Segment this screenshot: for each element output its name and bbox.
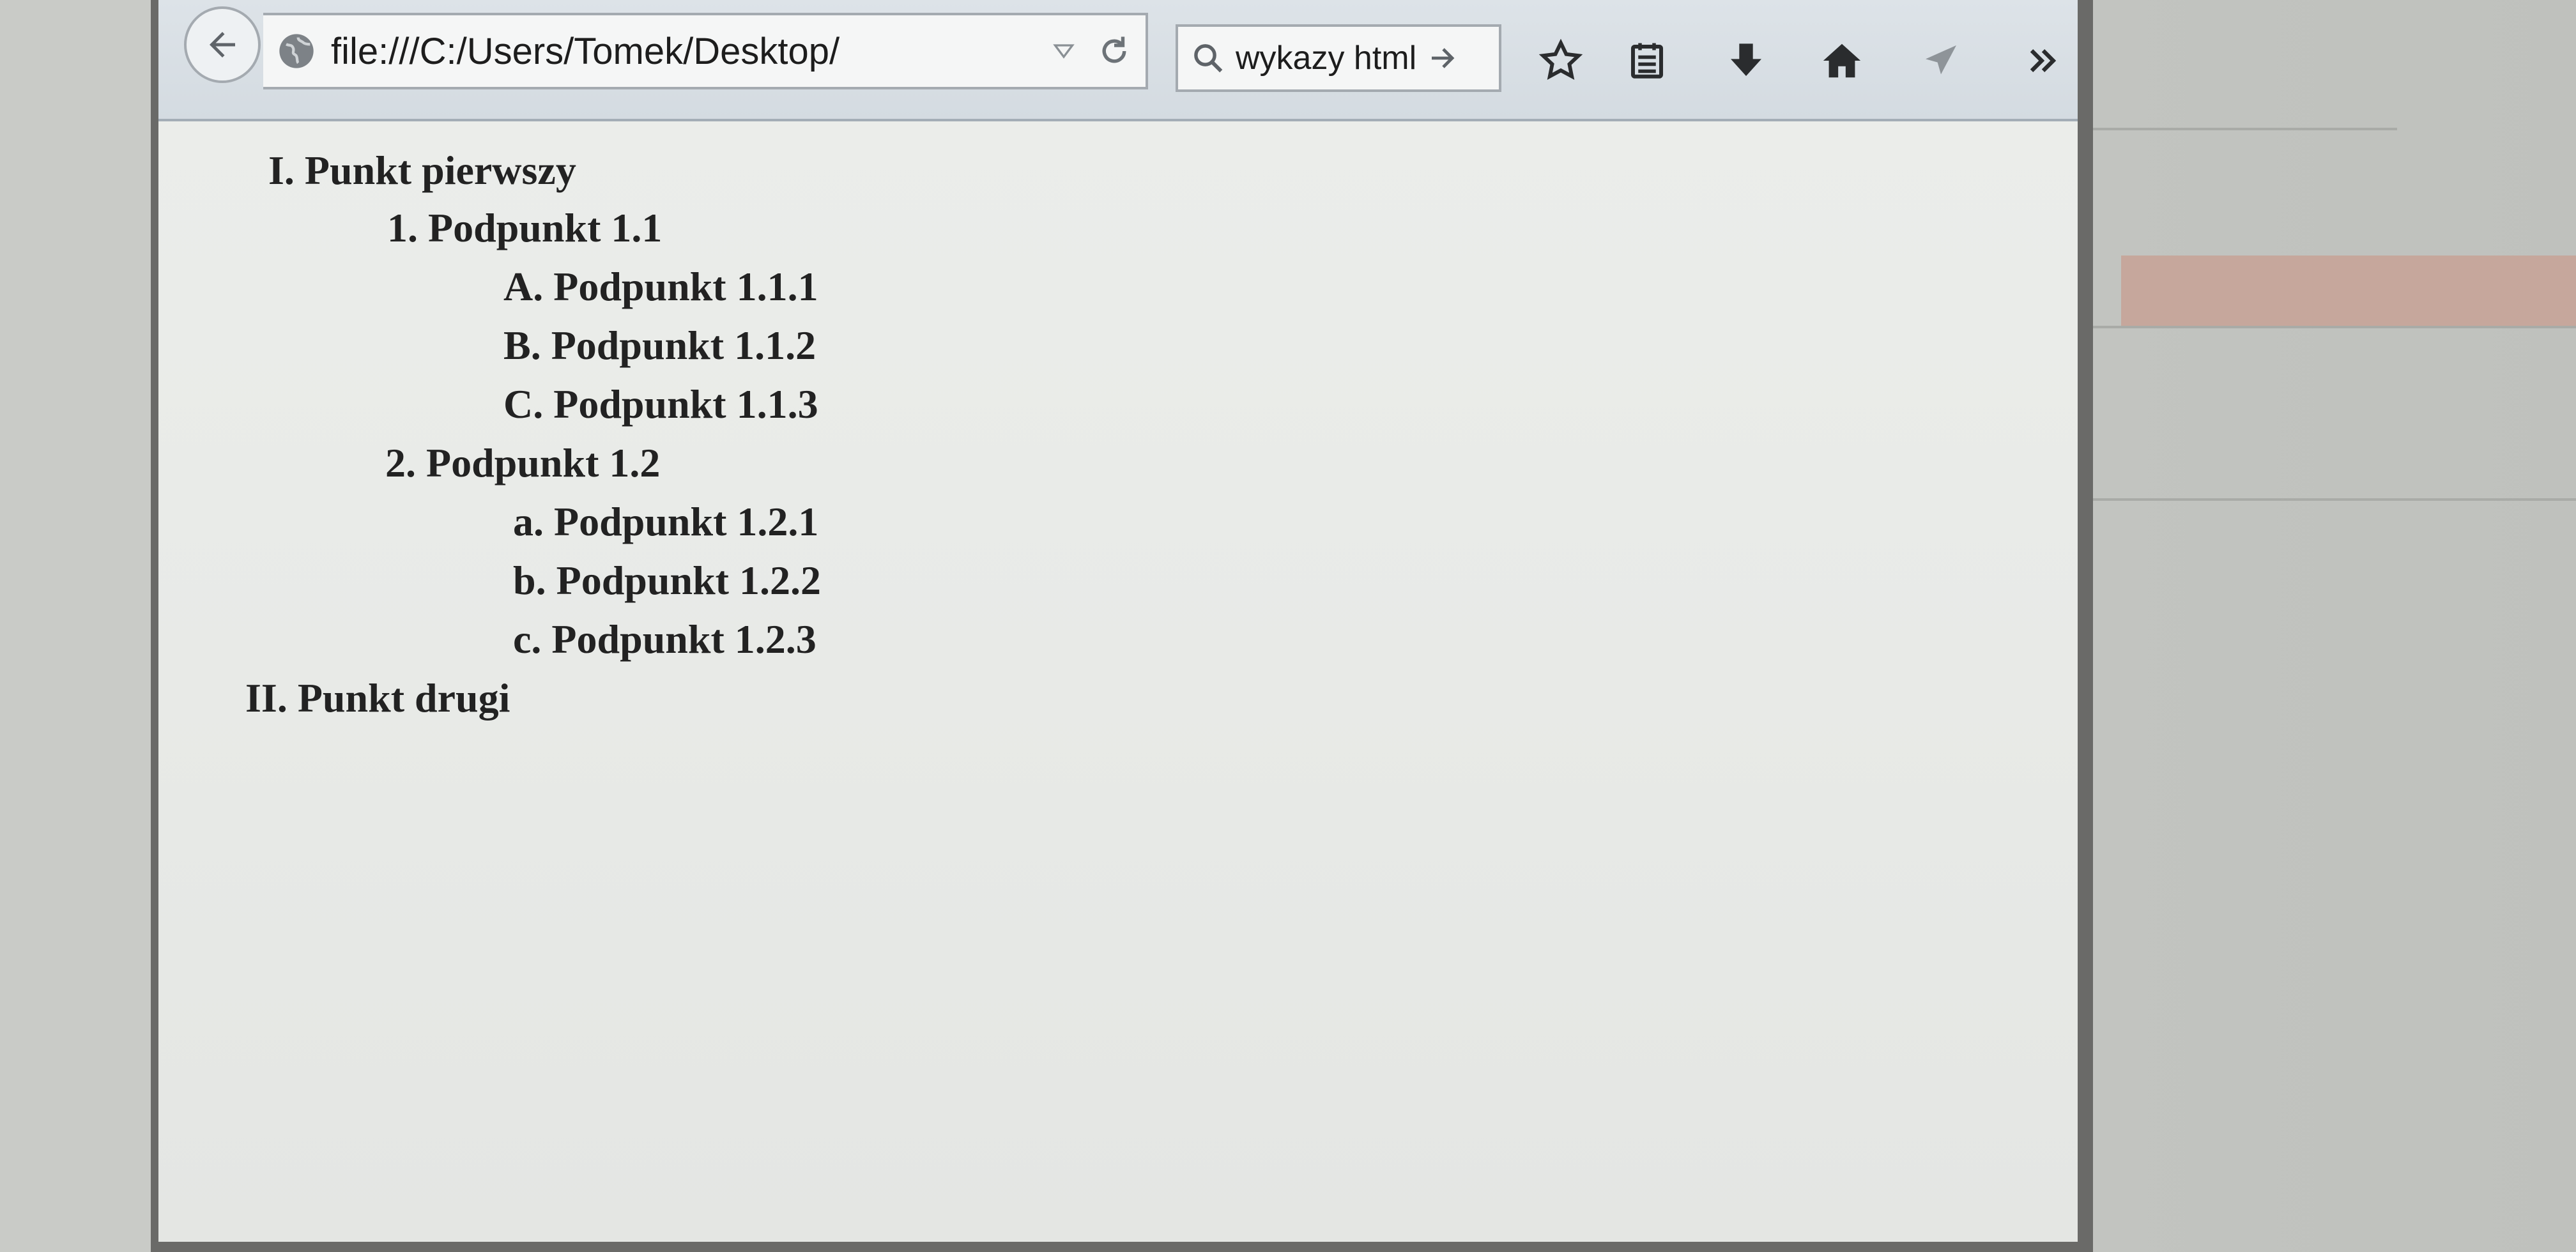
list-item-level-2: 1. Podpunkt 1.1	[387, 205, 663, 250]
list-item-level-3: A. Podpunkt 1.1.1	[503, 264, 818, 309]
reading-list-button[interactable]	[1618, 32, 1676, 89]
url-bar[interactable]: file:///C:/Users/Tomek/Desktop/	[263, 13, 1148, 89]
bookmark-button[interactable]	[1532, 32, 1590, 89]
page-content: I. Punkt pierwszy 1. Podpunkt 1.1 A. Pod…	[158, 121, 2078, 1242]
list-item-level-3: c. Podpunkt 1.2.3	[513, 616, 816, 662]
search-icon	[1194, 44, 1223, 73]
download-icon	[1731, 43, 1761, 76]
list-item-level-3: a. Podpunkt 1.2.1	[513, 499, 819, 544]
download-button[interactable]	[1717, 32, 1775, 89]
browser-toolbar: file:///C:/Users/Tomek/Desktop/ wykazy h…	[158, 0, 2078, 121]
textbook-rule	[2090, 498, 2576, 501]
list-item-level-1: I. Punkt pierwszy	[268, 148, 576, 193]
list-item-level-2: 2. Podpunkt 1.2	[385, 440, 661, 485]
send-button[interactable]	[1912, 32, 1970, 89]
list-item-level-3: B. Podpunkt 1.1.2	[503, 323, 816, 368]
search-input[interactable]: wykazy html	[1236, 39, 1416, 77]
back-arrow-icon	[210, 32, 235, 57]
go-arrow-icon[interactable]	[1428, 43, 1459, 73]
home-button[interactable]	[1813, 32, 1871, 89]
textbook-rule	[2090, 326, 2576, 328]
send-icon	[1926, 45, 1956, 75]
reading-list-icon	[1630, 43, 1664, 79]
bookmark-star-icon	[1538, 38, 1583, 80]
home-icon	[1823, 43, 1861, 78]
list-item-level-3: C. Podpunkt 1.1.3	[503, 381, 818, 427]
list-item-level-3: b. Podpunkt 1.2.2	[513, 558, 821, 603]
search-bar[interactable]: wykazy html	[1176, 24, 1501, 92]
dropdown-icon[interactable]	[1052, 40, 1075, 63]
reload-icon[interactable]	[1097, 34, 1131, 68]
list-item-level-1: II. Punkt drugi	[245, 675, 510, 721]
url-text: file:///C:/Users/Tomek/Desktop/	[331, 30, 840, 72]
overflow-button[interactable]	[2021, 32, 2066, 89]
textbook-rule	[2090, 128, 2397, 130]
overflow-chevron-icon	[2030, 49, 2057, 72]
textbook-section-badge	[2121, 256, 2576, 326]
browser-window: file:///C:/Users/Tomek/Desktop/ wykazy h…	[158, 0, 2078, 1242]
back-button[interactable]	[184, 6, 261, 83]
globe-icon	[279, 34, 314, 68]
